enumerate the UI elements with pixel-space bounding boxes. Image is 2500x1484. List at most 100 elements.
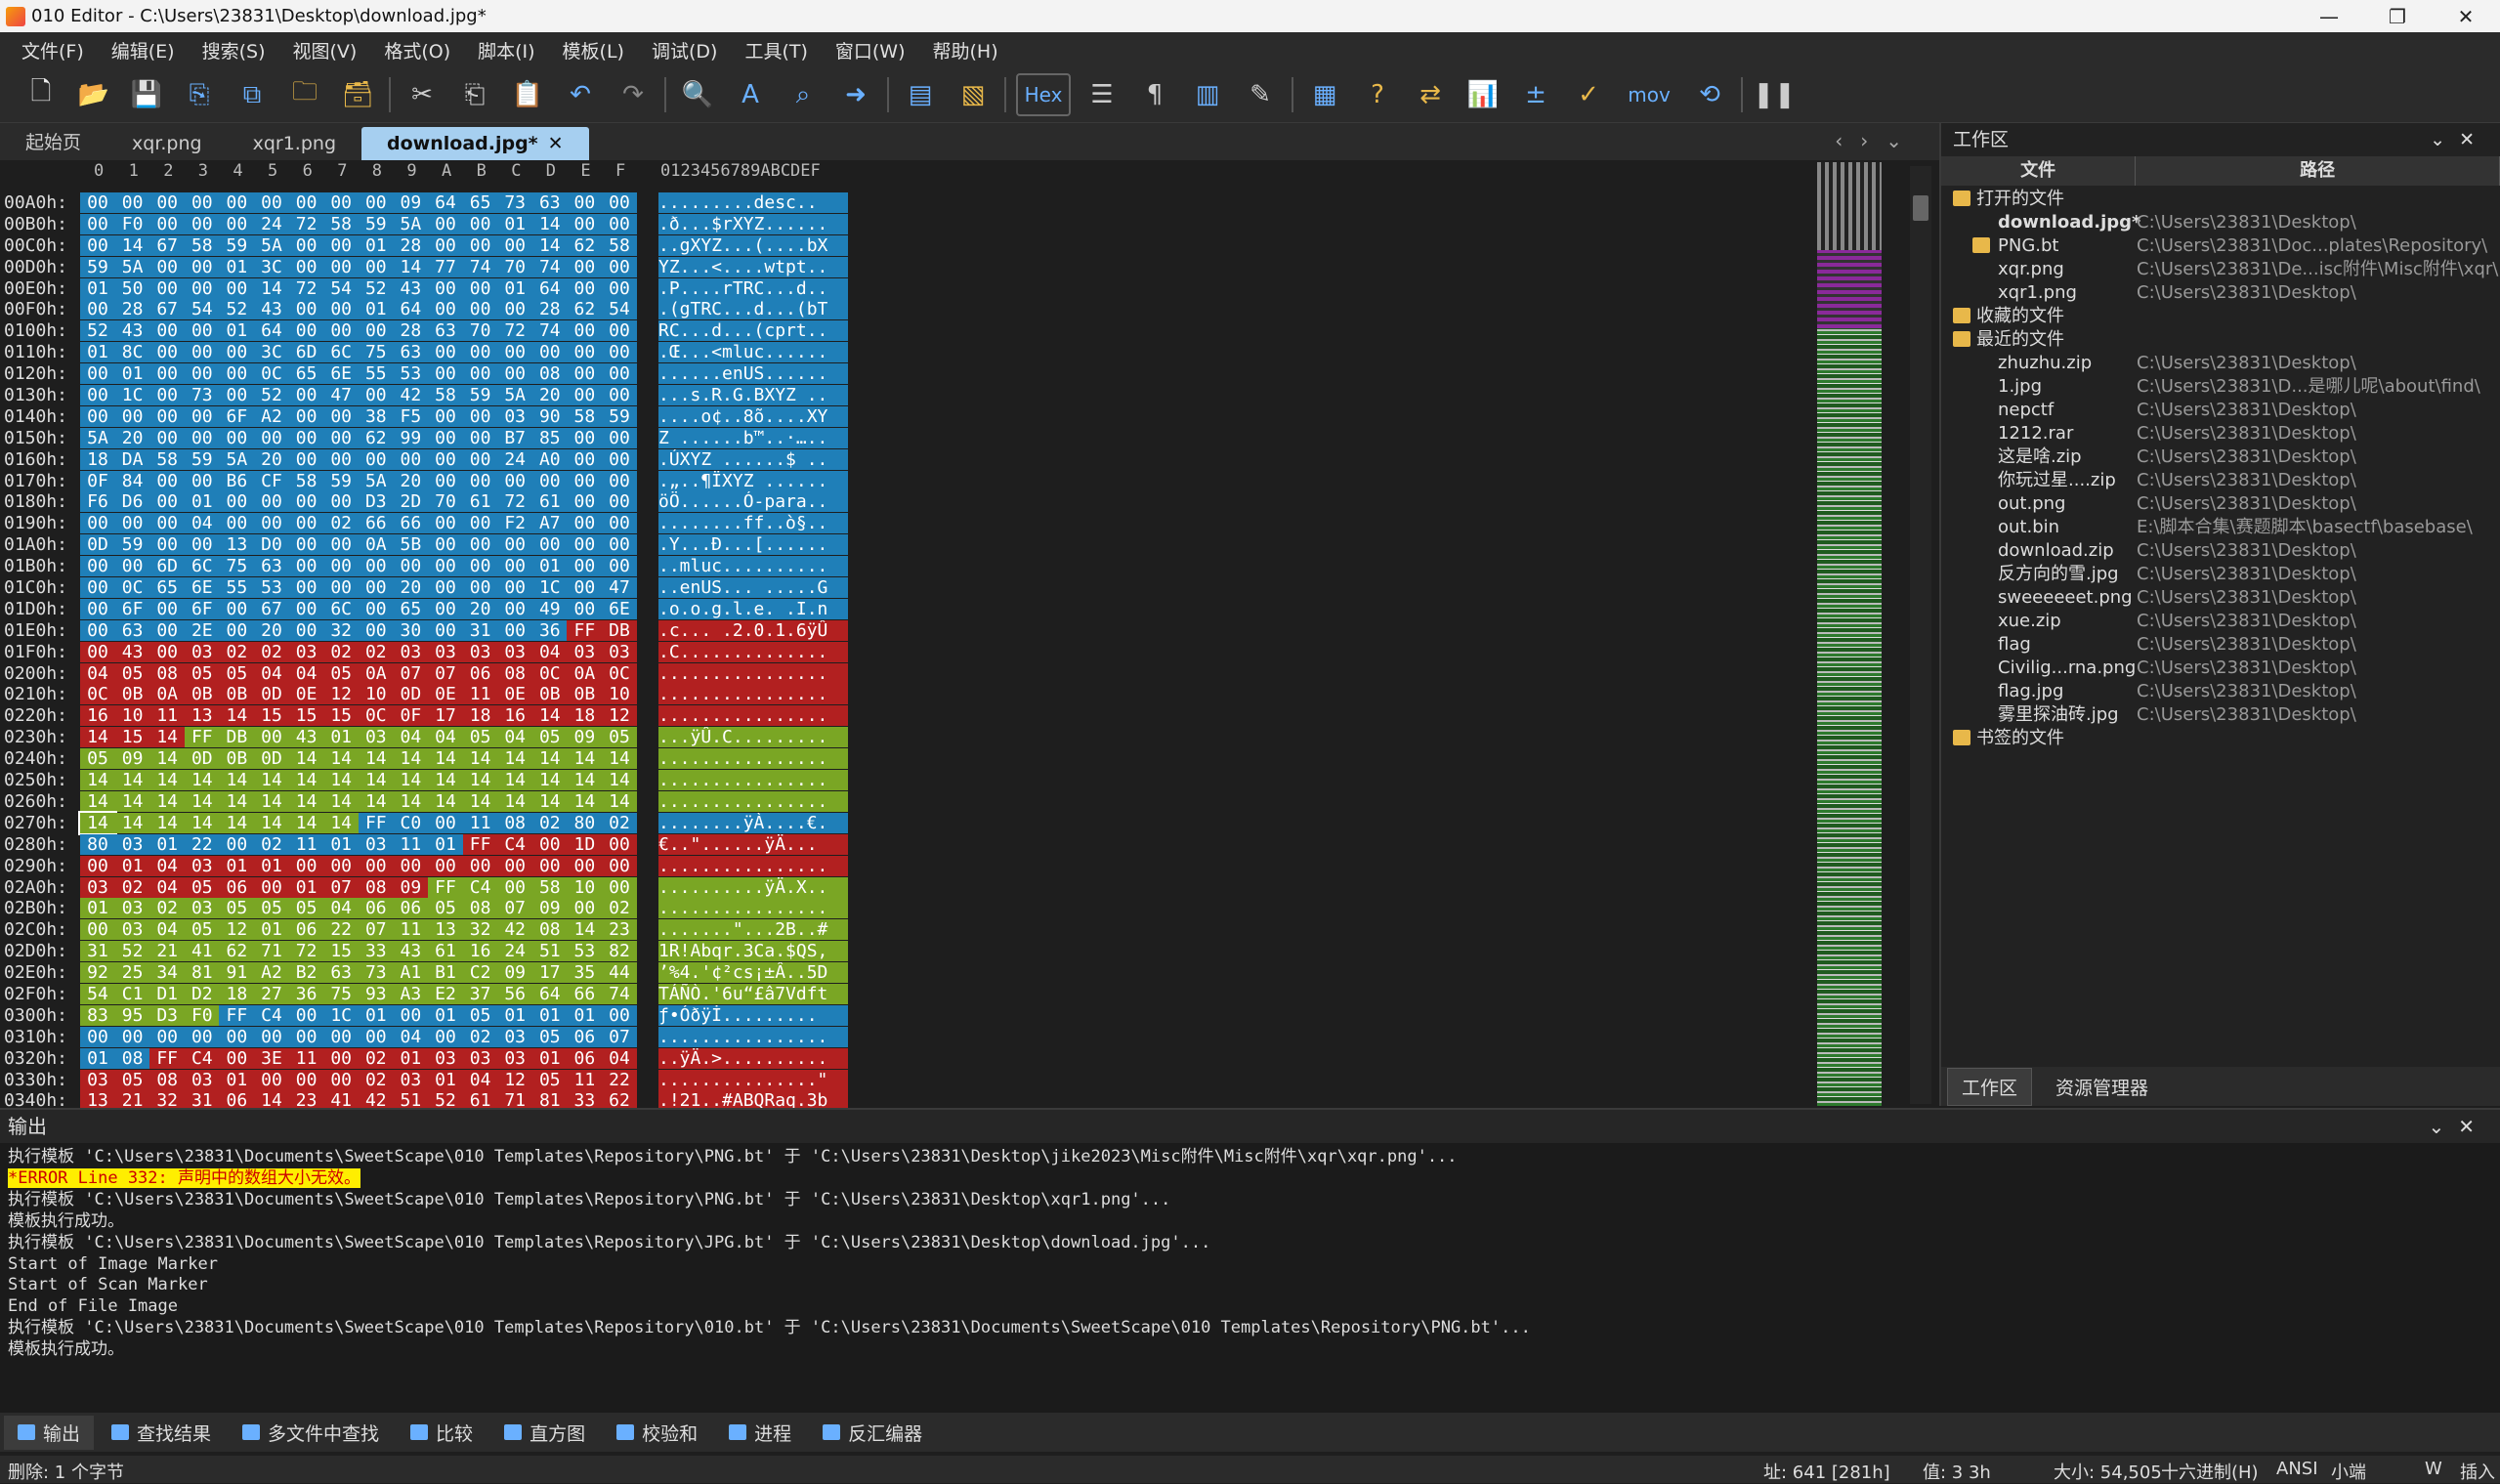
hex-byte[interactable]: 00 [288, 405, 324, 427]
hex-byte[interactable]: 01 [254, 919, 289, 941]
hex-byte[interactable]: 00 [358, 385, 394, 406]
hex-byte[interactable]: 14 [184, 790, 220, 812]
hex-byte[interactable]: C0 [393, 812, 429, 833]
ascii-text[interactable]: ..gXYZ...(....bX [658, 234, 848, 256]
hex-byte[interactable]: 05 [219, 898, 255, 919]
hex-byte[interactable]: 49 [531, 598, 568, 619]
ascii-text[interactable]: ........ÿÀ....€. [658, 812, 848, 833]
hex-byte[interactable]: 00 [602, 876, 637, 898]
hex-byte[interactable]: 06 [219, 876, 255, 898]
hex-byte[interactable]: 43 [288, 727, 324, 748]
hex-byte[interactable]: 58 [602, 234, 637, 256]
ascii-text[interactable]: ................ [658, 770, 848, 791]
hex-byte[interactable]: 01 [531, 556, 568, 577]
hex-byte[interactable]: 65 [462, 192, 498, 213]
hex-byte[interactable]: FF [358, 812, 394, 833]
hex-byte[interactable]: 00 [184, 342, 220, 363]
hex-byte[interactable]: 6E [323, 363, 360, 385]
hex-byte[interactable]: 14 [428, 770, 463, 791]
hex-byte[interactable]: 01 [288, 876, 324, 898]
hex-byte[interactable]: 01 [323, 833, 360, 855]
hex-byte[interactable]: 52 [114, 941, 150, 962]
hex-byte[interactable]: 03 [567, 641, 603, 662]
hex-byte[interactable]: 09 [497, 962, 533, 984]
hex-byte[interactable]: 03 [428, 1047, 463, 1069]
hex-byte[interactable]: 65 [149, 577, 186, 599]
hex-byte[interactable]: 00 [358, 855, 394, 876]
hex-byte[interactable]: 00 [358, 556, 394, 577]
hex-byte[interactable]: 06 [393, 898, 429, 919]
hex-byte[interactable]: 14 [462, 790, 498, 812]
hex-byte[interactable]: 80 [80, 833, 115, 855]
hex-byte[interactable]: 02 [254, 641, 289, 662]
hex-byte[interactable]: 00 [254, 727, 289, 748]
hex-byte[interactable]: 06 [358, 898, 394, 919]
hex-byte[interactable]: 00 [149, 619, 186, 641]
tree-file-item[interactable]: 这是啥.zip C:\Users\23831\Desktop\ [1941, 445, 2500, 469]
hex-byte[interactable]: 00 [149, 192, 186, 213]
ascii-text[interactable]: ................ [658, 662, 848, 684]
tree-group[interactable]: 书签的文件 [1941, 727, 2500, 750]
tree-file-item[interactable]: 反方向的雪.jpg C:\Users\23831\Desktop\ [1941, 563, 2500, 586]
tree-file-item[interactable]: flag.jpg C:\Users\23831\Desktop\ [1941, 680, 2500, 703]
hex-byte[interactable]: 00 [288, 513, 324, 534]
hex-byte[interactable]: 00 [462, 470, 498, 491]
hex-byte[interactable]: 17 [531, 962, 568, 984]
hex-byte[interactable]: DB [602, 619, 637, 641]
hex-byte[interactable]: 8C [114, 342, 150, 363]
hex-byte[interactable]: 00 [114, 192, 150, 213]
hex-byte[interactable]: 14 [358, 790, 394, 812]
tree-file-item[interactable]: xqr.png C:\Users\23831\De...isc附件\Misc附件\… [1941, 258, 2500, 281]
hex-byte[interactable]: 00 [393, 556, 429, 577]
hex-byte[interactable]: A7 [531, 513, 568, 534]
hex-byte[interactable]: 03 [114, 898, 150, 919]
tree-file-item[interactable]: PNG.bt C:\Users\23831\Doc...plates\Reposi… [1941, 234, 2500, 258]
hex-byte[interactable]: 07 [393, 662, 429, 684]
hex-byte[interactable]: 11 [462, 812, 498, 833]
bottom-tab[interactable]: 查找结果 [98, 1416, 225, 1450]
hex-byte[interactable]: D3 [149, 1004, 186, 1026]
hex-byte[interactable]: D2 [184, 983, 220, 1004]
hex-byte[interactable]: 00 [219, 385, 255, 406]
ascii-text[interactable]: .Y...Ð...[...... [658, 534, 848, 556]
hex-byte[interactable]: 28 [114, 299, 150, 320]
hex-byte[interactable]: 05 [184, 876, 220, 898]
hex-byte[interactable]: 66 [393, 513, 429, 534]
hex-byte[interactable]: 00 [149, 513, 186, 534]
hex-byte[interactable]: 92 [80, 962, 115, 984]
hex-byte[interactable]: 14 [254, 790, 289, 812]
hex-byte[interactable]: 01 [497, 1004, 533, 1026]
editor-scrollbar[interactable] [1910, 166, 1931, 1104]
tree-file-item[interactable]: xue.zip C:\Users\23831\Desktop\ [1941, 610, 2500, 633]
hex-byte[interactable]: 02 [219, 641, 255, 662]
hex-byte[interactable]: 00 [149, 256, 186, 277]
hex-byte[interactable]: 00 [428, 405, 463, 427]
hex-byte[interactable]: 14 [531, 213, 568, 234]
hex-byte[interactable]: 03 [497, 1026, 533, 1047]
menu-window[interactable]: 窗口(W) [822, 37, 919, 64]
hex-byte[interactable]: 75 [358, 342, 394, 363]
hex-byte[interactable]: 51 [531, 941, 568, 962]
hex-byte[interactable]: 63 [254, 556, 289, 577]
hex-byte[interactable]: 1C [531, 577, 568, 599]
hex-byte[interactable]: 00 [80, 213, 115, 234]
hex-byte[interactable]: F0 [184, 1004, 220, 1026]
bottom-tab[interactable]: 进程 [715, 1416, 805, 1450]
hex-byte[interactable]: 0D [80, 534, 115, 556]
hex-byte[interactable]: 00 [114, 405, 150, 427]
hex-byte[interactable]: 00 [602, 534, 637, 556]
hex-byte[interactable]: 70 [428, 491, 463, 513]
hex-byte[interactable]: 62 [567, 234, 603, 256]
hex-byte[interactable]: 00 [80, 513, 115, 534]
ascii-text[interactable]: ......."...2B..# [658, 919, 848, 941]
hex-byte[interactable]: 14 [531, 748, 568, 770]
hex-byte[interactable]: 08 [531, 919, 568, 941]
hex-byte[interactable]: 21 [149, 941, 186, 962]
hex-byte[interactable]: 20 [254, 448, 289, 470]
hex-byte[interactable]: 09 [393, 876, 429, 898]
hex-byte[interactable]: 20 [254, 619, 289, 641]
hex-byte[interactable]: 00 [462, 342, 498, 363]
hex-byte[interactable]: 0F [393, 705, 429, 727]
tab-explorer[interactable]: 资源管理器 [2042, 1069, 2162, 1105]
hex-byte[interactable]: 01 [567, 1004, 603, 1026]
